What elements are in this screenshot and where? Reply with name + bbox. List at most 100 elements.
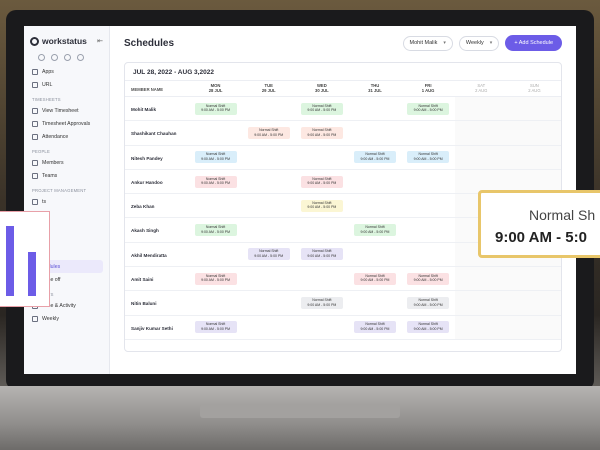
schedule-cell[interactable] (348, 170, 401, 193)
sidebar-item[interactable]: View Timesheet (30, 104, 103, 117)
shift-block[interactable]: Normal Shift 9:00 AM - 5:00 PM (407, 272, 450, 285)
schedule-cell[interactable]: Normal Shift 9:00 AM - 5:00 PM (189, 316, 242, 339)
schedule-cell[interactable] (507, 315, 561, 339)
schedule-cell[interactable] (189, 121, 242, 144)
sidebar-item[interactable]: Timesheet Approvals (30, 117, 103, 130)
shift-block[interactable]: Normal Shift 9:00 AM - 5:00 PM (247, 126, 290, 139)
schedule-cell[interactable] (295, 218, 348, 241)
schedule-cell[interactable] (454, 291, 508, 315)
shift-block[interactable]: Normal Shift 9:00 AM - 5:00 PM (194, 272, 237, 285)
add-schedule-button[interactable]: + Add Schedule (505, 35, 562, 51)
quick-icon[interactable] (51, 54, 58, 61)
member-name[interactable]: Mohit Malik (125, 97, 189, 120)
shift-block[interactable]: Normal Shift 9:00 AM - 5:00 PM (194, 175, 237, 188)
quick-icon[interactable] (77, 54, 84, 61)
schedule-cell[interactable] (348, 121, 401, 144)
schedule-cell[interactable] (295, 146, 348, 169)
schedule-cell[interactable]: Normal Shift 9:00 AM - 5:00 PM (242, 243, 295, 266)
schedule-cell[interactable]: Normal Shift 9:00 AM - 5:00 PM (295, 97, 348, 120)
schedule-cell[interactable]: Normal Shift 9:00 AM - 5:00 PM (189, 97, 242, 120)
member-name[interactable]: Nitin Baluni (125, 291, 189, 314)
schedule-cell[interactable]: Normal Shift 9:00 AM - 5:00 PM (402, 316, 455, 339)
schedule-cell[interactable]: Normal Shift 9:00 AM - 5:00 PM (242, 121, 295, 144)
schedule-cell[interactable] (242, 316, 295, 339)
schedule-cell[interactable] (454, 315, 508, 339)
shift-block[interactable]: Normal Shift 9:00 AM - 5:00 PM (300, 199, 343, 212)
shift-block[interactable]: Normal Shift 9:00 AM - 5:00 PM (353, 151, 396, 164)
schedule-cell[interactable]: Normal Shift 9:00 AM - 5:00 PM (402, 267, 455, 290)
schedule-cell[interactable] (507, 121, 561, 145)
schedule-cell[interactable]: Normal Shift 9:00 AM - 5:00 PM (402, 146, 455, 169)
schedule-cell[interactable]: Normal Shift 9:00 AM - 5:00 PM (348, 218, 401, 241)
schedule-cell[interactable]: Normal Shift 9:00 AM - 5:00 PM (189, 146, 242, 169)
sidebar-item[interactable]: Teams (30, 169, 103, 182)
shift-block[interactable]: Normal Shift 9:00 AM - 5:00 PM (353, 321, 396, 334)
schedule-cell[interactable] (242, 218, 295, 241)
collapse-sidebar-icon[interactable]: ⇤ (97, 37, 103, 45)
schedule-cell[interactable]: Normal Shift 9:00 AM - 5:00 PM (295, 291, 348, 314)
schedule-cell[interactable] (402, 121, 455, 144)
member-name[interactable]: Akhil Mendiratta (125, 243, 189, 266)
member-name[interactable]: Sanjiv Kumar Sethi (125, 316, 189, 339)
quick-icon[interactable] (64, 54, 71, 61)
schedule-cell[interactable] (507, 145, 561, 169)
brand-logo[interactable]: workstatus ⇤ (30, 34, 103, 48)
schedule-cell[interactable]: Normal Shift 9:00 AM - 5:00 PM (348, 267, 401, 290)
schedule-cell[interactable]: Normal Shift 9:00 AM - 5:00 PM (402, 291, 455, 314)
schedule-cell[interactable] (242, 291, 295, 314)
schedule-cell[interactable] (242, 170, 295, 193)
schedule-cell[interactable]: Normal Shift 9:00 AM - 5:00 PM (295, 170, 348, 193)
shift-block[interactable]: Normal Shift 9:00 AM - 5:00 PM (407, 321, 450, 334)
schedule-cell[interactable]: Normal Shift 9:00 AM - 5:00 PM (348, 316, 401, 339)
schedule-cell[interactable]: Normal Shift 9:00 AM - 5:00 PM (295, 194, 348, 217)
schedule-cell[interactable] (242, 194, 295, 217)
schedule-cell[interactable]: Normal Shift 9:00 AM - 5:00 PM (348, 146, 401, 169)
schedule-cell[interactable] (402, 218, 455, 241)
member-select[interactable]: Mohit Malik ▾ (402, 35, 453, 51)
member-name[interactable]: Amit Saini (125, 267, 189, 290)
shift-block[interactable]: Normal Shift 9:00 AM - 5:00 PM (407, 151, 450, 164)
sidebar-item[interactable]: Weekly (30, 312, 103, 325)
member-name[interactable]: Akash Singh (125, 218, 189, 241)
shift-block[interactable]: Normal Shift 9:00 AM - 5:00 PM (300, 175, 343, 188)
schedule-cell[interactable] (295, 316, 348, 339)
quick-icon[interactable] (38, 54, 45, 61)
member-name[interactable]: Nitesh Pandey (125, 146, 189, 169)
shift-block[interactable]: Normal Shift 9:00 AM - 5:00 PM (194, 321, 237, 334)
shift-block[interactable]: Normal Shift 9:00 AM - 5:00 PM (194, 151, 237, 164)
schedule-cell[interactable] (402, 243, 455, 266)
schedule-cell[interactable] (295, 267, 348, 290)
schedule-cell[interactable] (507, 291, 561, 315)
sidebar-item[interactable]: Members (30, 156, 103, 169)
shift-block[interactable]: Normal Shift 9:00 AM - 5:00 PM (407, 297, 450, 310)
view-select[interactable]: Weekly ▾ (458, 35, 500, 51)
schedule-cell[interactable]: Normal Shift 9:00 AM - 5:00 PM (189, 218, 242, 241)
schedule-cell[interactable] (402, 170, 455, 193)
schedule-cell[interactable] (189, 291, 242, 314)
schedule-cell[interactable] (348, 243, 401, 266)
member-name[interactable]: Shashikant Chauhan (125, 121, 189, 144)
schedule-cell[interactable] (348, 291, 401, 314)
sidebar-item[interactable]: Apps (30, 65, 103, 78)
schedule-cell[interactable] (402, 194, 455, 217)
sidebar-item[interactable]: URL (30, 78, 103, 91)
schedule-cell[interactable]: Normal Shift 9:00 AM - 5:00 PM (402, 97, 455, 120)
schedule-cell[interactable] (454, 267, 508, 291)
schedule-cell[interactable] (189, 243, 242, 266)
member-name[interactable]: Zeba Khan (125, 194, 189, 217)
sidebar-item[interactable]: Attendance (30, 130, 103, 143)
shift-block[interactable]: Normal Shift 9:00 AM - 5:00 PM (300, 102, 343, 115)
schedule-cell[interactable] (348, 97, 401, 120)
sidebar-item[interactable]: ts (30, 195, 103, 208)
schedule-cell[interactable]: Normal Shift 9:00 AM - 5:00 PM (189, 267, 242, 290)
schedule-cell[interactable] (242, 267, 295, 290)
member-name[interactable]: Ankur Handoo (125, 170, 189, 193)
shift-block[interactable]: Normal Shift 9:00 AM - 5:00 PM (407, 102, 450, 115)
schedule-cell[interactable] (348, 194, 401, 217)
schedule-cell[interactable]: Normal Shift 9:00 AM - 5:00 PM (295, 121, 348, 144)
schedule-cell[interactable] (454, 145, 508, 169)
schedule-cell[interactable] (507, 97, 561, 121)
schedule-cell[interactable] (454, 97, 508, 121)
shift-block[interactable]: Normal Shift 9:00 AM - 5:00 PM (194, 102, 237, 115)
shift-block[interactable]: Normal Shift 9:00 AM - 5:00 PM (353, 272, 396, 285)
